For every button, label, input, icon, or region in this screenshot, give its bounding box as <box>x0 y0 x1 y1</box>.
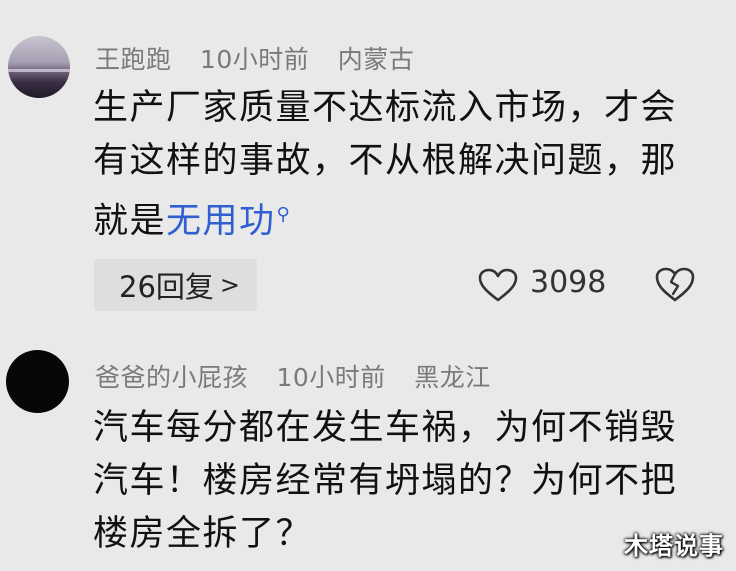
comment-text: 生产厂家质量不达标流入市场，才会有这样的事故，不从根解决问题，那就是无用功⚲ <box>93 82 713 249</box>
timestamp: 10小时前 <box>276 363 386 392</box>
search-icon[interactable]: ⚲ <box>277 204 292 225</box>
avatar[interactable] <box>6 350 69 413</box>
location: 内蒙古 <box>337 45 415 74</box>
avatar[interactable] <box>8 36 70 98</box>
username[interactable]: 爸爸的小屁孩 <box>95 363 248 392</box>
timestamp: 10小时前 <box>199 45 310 74</box>
username[interactable]: 王跑跑 <box>95 45 172 74</box>
heart-icon[interactable] <box>478 268 518 302</box>
comment-text: 汽车每分都在发生车祸，为何不销毁汽车！楼房经常有坍塌的？为何不把楼房全拆了？ <box>93 402 713 561</box>
like-count: 3098 <box>530 265 607 300</box>
comment-text-main: 汽车每分都在发生车祸，为何不销毁汽车！楼房经常有坍塌的？为何不把楼房全拆了？ <box>93 408 678 554</box>
location: 黑龙江 <box>414 363 491 392</box>
chevron-right-icon: > <box>219 271 241 299</box>
keyword-link[interactable]: 无用功 <box>166 202 276 242</box>
broken-heart-icon[interactable] <box>654 266 696 302</box>
comment-meta: 王跑跑 10小时前 内蒙古 <box>95 40 414 76</box>
replies-button[interactable]: 26回复 > <box>94 259 257 311</box>
avatar-horizon <box>8 69 70 72</box>
replies-label: 26回复 <box>119 270 214 304</box>
watermark: 木塔说事 <box>624 532 724 560</box>
comment-meta: 爸爸的小屁孩 10小时前 黑龙江 <box>95 358 491 394</box>
